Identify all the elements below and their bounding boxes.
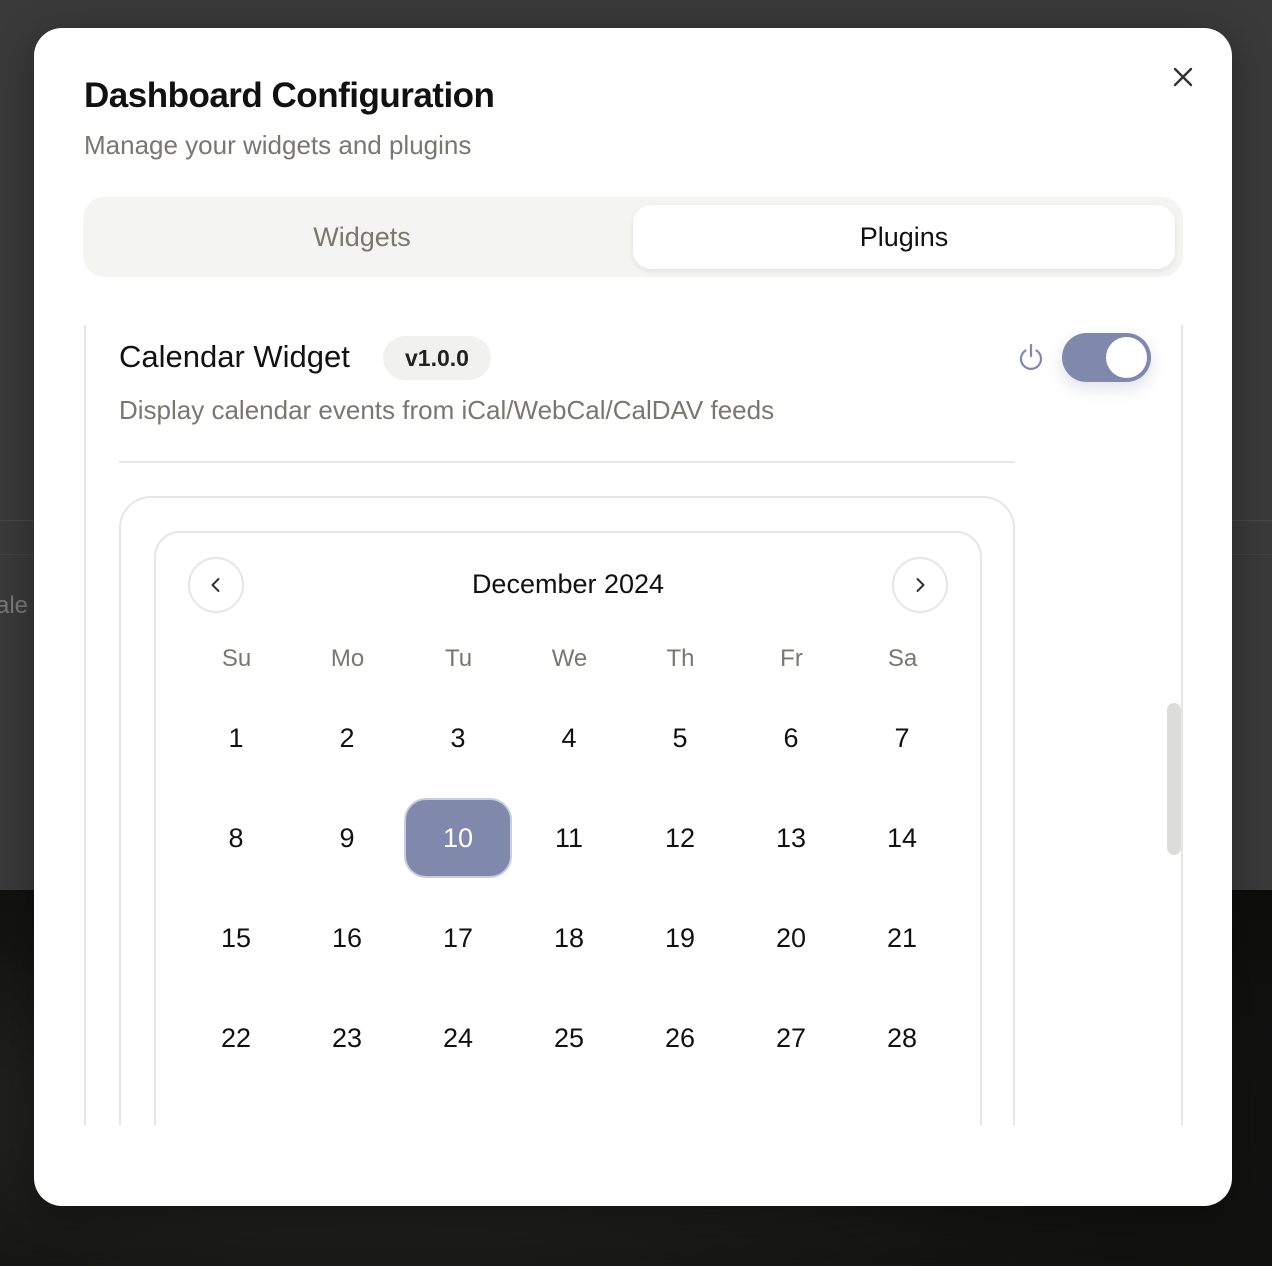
weekday-label: Su [221, 645, 252, 672]
day-cell[interactable]: 2 [293, 698, 401, 778]
day-cell[interactable]: 17 [404, 898, 512, 978]
close-icon [1173, 67, 1193, 87]
dashboard-config-dialog: Dashboard Configuration Manage your widg… [34, 28, 1232, 1206]
close-button[interactable] [1166, 60, 1200, 94]
day-cell[interactable]: 6 [737, 698, 845, 778]
day-cell[interactable]: 25 [515, 998, 623, 1078]
plugin-card: Calendar Widget v1.0.0 Display calendar … [84, 325, 1183, 1125]
weekday-label: Tu [444, 645, 473, 672]
day-cell[interactable]: 3 [404, 698, 512, 778]
day-cell[interactable]: 18 [515, 898, 623, 978]
weekday-label: Fr [780, 645, 803, 672]
day-cell[interactable]: 4 [515, 698, 623, 778]
tab-list: Widgets Plugins [83, 197, 1183, 277]
day-cell[interactable]: 12 [626, 798, 734, 878]
day-cell[interactable]: 14 [848, 798, 956, 878]
weekday-label: We [551, 645, 588, 672]
plugin-name: Calendar Widget [119, 339, 350, 374]
version-badge: v1.0.0 [383, 336, 491, 380]
day-cell-selected[interactable]: 10 [404, 798, 512, 878]
toggle-knob [1106, 337, 1147, 378]
dialog-subtitle: Manage your widgets and plugins [84, 130, 472, 160]
tab-plugins[interactable]: Plugins [633, 205, 1175, 269]
calendar: December 2024 Su Mo Tu We Th Fr Sa 1 2 3 4 5 6 7 8 9 10… [154, 531, 982, 1125]
scrollbar-thumb[interactable] [1167, 703, 1181, 855]
day-cell[interactable]: 28 [848, 998, 956, 1078]
day-cell[interactable]: 20 [737, 898, 845, 978]
weekday-label: Sa [887, 645, 918, 672]
day-cell[interactable]: 21 [848, 898, 956, 978]
day-cell[interactable]: 11 [515, 798, 623, 878]
day-cell[interactable]: 9 [293, 798, 401, 878]
day-cell[interactable]: 22 [182, 998, 290, 1078]
day-cell[interactable]: 13 [737, 798, 845, 878]
chevron-right-icon [916, 578, 925, 592]
day-cell[interactable]: 15 [182, 898, 290, 978]
day-cell[interactable]: 24 [404, 998, 512, 1078]
plugin-description: Display calendar events from iCal/WebCal… [119, 395, 775, 425]
divider [119, 461, 1015, 463]
weekday-label: Th [666, 645, 695, 672]
tab-widgets[interactable]: Widgets [91, 205, 633, 269]
plugin-preview: December 2024 Su Mo Tu We Th Fr Sa 1 2 3 4 5 6 7 8 9 10… [119, 496, 1015, 1125]
day-cell[interactable]: 16 [293, 898, 401, 978]
day-cell[interactable]: 8 [182, 798, 290, 878]
day-cell[interactable]: 1 [182, 698, 290, 778]
plugin-enable-toggle[interactable] [1062, 333, 1151, 382]
backdrop-text-fragment: ale [0, 592, 29, 619]
next-month-button[interactable] [892, 557, 948, 613]
plugins-panel: Calendar Widget v1.0.0 Display calendar … [84, 325, 1184, 1125]
dialog-title: Dashboard Configuration [84, 76, 495, 115]
power-icon [1019, 343, 1043, 370]
day-cell[interactable]: 23 [293, 998, 401, 1078]
day-cell[interactable]: 7 [848, 698, 956, 778]
month-label: December 2024 [471, 569, 665, 599]
day-cell[interactable]: 26 [626, 998, 734, 1078]
weekday-label: Mo [330, 645, 365, 672]
day-cell[interactable]: 27 [737, 998, 845, 1078]
day-cell[interactable]: 19 [626, 898, 734, 978]
day-cell[interactable]: 5 [626, 698, 734, 778]
